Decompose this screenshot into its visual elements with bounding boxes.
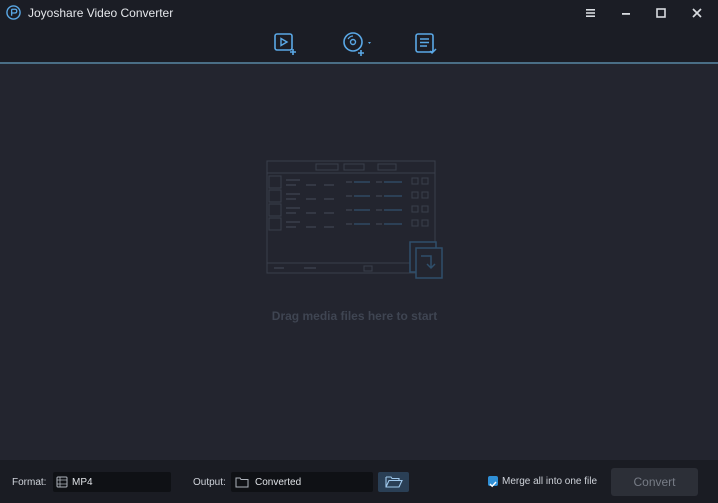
checkmark-icon — [489, 481, 497, 488]
format-label: Format: — [12, 477, 47, 488]
output-path-field[interactable]: Converted — [231, 472, 373, 492]
minimize-icon — [622, 13, 630, 15]
app-title: Joyoshare Video Converter — [28, 6, 174, 20]
menu-button[interactable] — [580, 3, 602, 23]
close-button[interactable] — [686, 3, 708, 23]
close-icon — [692, 8, 702, 18]
add-video-icon — [274, 33, 296, 55]
hamburger-icon — [586, 9, 595, 17]
title-bar: Joyoshare Video Converter — [0, 0, 718, 26]
task-list-icon — [415, 33, 437, 55]
video-format-icon — [56, 476, 68, 488]
open-output-folder-button[interactable] — [378, 472, 409, 492]
add-video-button[interactable] — [271, 30, 301, 58]
drag-drop-illustration-icon — [266, 160, 443, 279]
minimize-button[interactable] — [615, 3, 637, 23]
merge-checkbox[interactable] — [488, 476, 498, 488]
output-label: Output: — [193, 477, 226, 488]
output-value: Converted — [255, 477, 302, 488]
add-dvd-icon — [343, 32, 371, 56]
drop-hint-text: Drag media files here to start — [271, 309, 438, 323]
format-selector[interactable]: MP4 — [53, 472, 171, 492]
toolbar — [0, 26, 718, 62]
add-dvd-button[interactable] — [340, 30, 376, 58]
merge-label[interactable]: Merge all into one file — [502, 476, 597, 487]
maximize-button[interactable] — [650, 3, 672, 23]
folder-icon — [235, 477, 249, 488]
convert-button[interactable]: Convert — [611, 468, 698, 496]
format-value: MP4 — [72, 477, 93, 488]
app-logo-icon — [6, 5, 21, 20]
open-folder-icon — [385, 476, 403, 488]
bottom-bar: Format: MP4 Output: Converted Merge all … — [0, 460, 718, 503]
task-list-button[interactable] — [411, 30, 441, 58]
maximize-icon — [656, 8, 666, 18]
